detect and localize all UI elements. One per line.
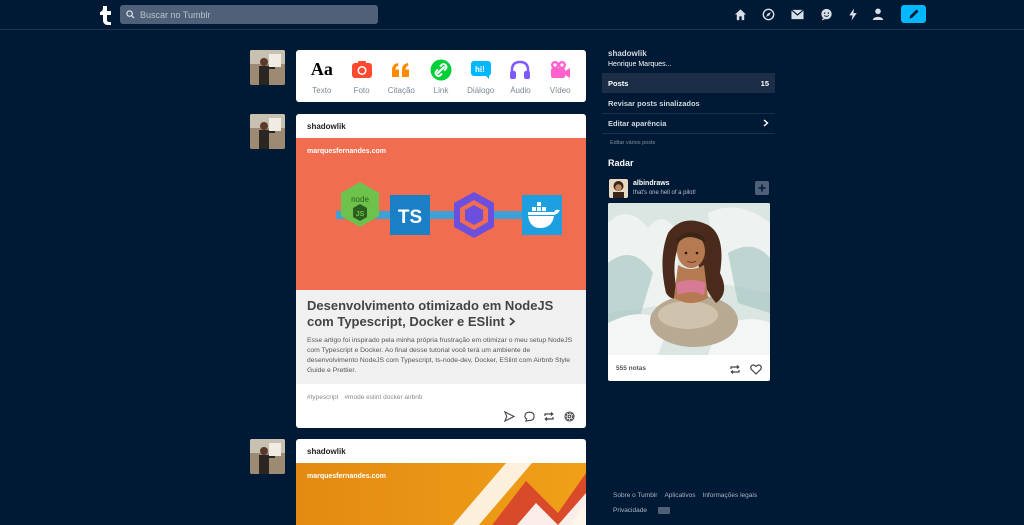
account-person-icon[interactable] (871, 7, 885, 21)
post-type-selector: Aa Texto Foto Citação Link hi! Diálogo Á… (296, 50, 586, 102)
like-heart-icon[interactable] (750, 362, 762, 380)
post-type-chat[interactable]: hi! Diálogo (461, 50, 501, 102)
sidebar-item-edit-appearance[interactable]: Editar aparência (602, 113, 775, 133)
search-input[interactable] (140, 9, 360, 20)
link-title[interactable]: Desenvolvimento otimizado em NodeJS com … (307, 298, 575, 330)
footer: Sobre o Tumblr Aplicativos Informações leg… (613, 492, 764, 514)
link-banner-image: marquesfernandes.com node JS TS (296, 138, 586, 290)
footer-link-legal[interactable]: Informações legais (703, 492, 758, 499)
share-send-icon[interactable] (503, 410, 515, 422)
posts-count: 15 (760, 78, 769, 88)
mail-icon[interactable] (790, 7, 804, 21)
reblog-icon[interactable] (543, 410, 555, 422)
search-bar[interactable] (120, 5, 378, 24)
radar-title: Radar (608, 158, 634, 168)
search-icon (126, 10, 135, 19)
post-author-name[interactable]: shadowlik (296, 114, 586, 138)
follow-plus-button[interactable] (755, 181, 769, 195)
tag-link[interactable]: #typescript (307, 394, 338, 401)
footer-link-about[interactable]: Sobre o Tumblr (613, 492, 657, 499)
reply-icon[interactable] (523, 410, 535, 422)
keyboard-shortcuts-icon[interactable] (657, 507, 670, 514)
radar-username[interactable]: albindraws (633, 180, 670, 187)
post-actions (296, 401, 586, 428)
explore-compass-icon[interactable] (761, 7, 775, 21)
video-camera-icon (551, 60, 571, 78)
radar-caption: that's one hell of a pilot! (633, 190, 696, 196)
sidebar-item-review-flagged[interactable]: Revisar posts sinalizados (602, 93, 775, 113)
camera-icon (351, 61, 372, 78)
post-type-video[interactable]: Vídeo (540, 50, 580, 102)
chevron-right-icon (509, 317, 516, 326)
chat-icon: hi! (470, 60, 491, 79)
compose-pencil-button[interactable] (901, 5, 926, 23)
settings-gear-icon[interactable] (563, 410, 575, 422)
sidebar-item-label: Revisar posts sinalizados (608, 98, 700, 108)
activity-bolt-icon[interactable] (846, 7, 860, 21)
link-icon (430, 59, 452, 80)
post-author-name[interactable]: shadowlik (296, 439, 586, 463)
tumblr-logo[interactable] (96, 4, 116, 26)
reblog-icon[interactable] (729, 362, 741, 380)
link-preview[interactable]: marquesfernandes.com node JS TS Desenvol… (296, 138, 586, 384)
post-type-label: Texto (312, 85, 332, 95)
plus-icon (758, 184, 766, 192)
post-card: shadowlik marquesfernandes.com (296, 439, 586, 525)
link-description: Esse artigo foi inspirado pela minha pró… (307, 337, 573, 374)
quote-icon (392, 62, 410, 77)
post-type-photo[interactable]: Foto (342, 50, 382, 102)
chevron-right-icon (763, 119, 769, 127)
pencil-icon (909, 9, 918, 19)
svg-text:JS: JS (356, 211, 365, 218)
nodejs-logo-text: node (351, 195, 369, 204)
top-header (0, 0, 1024, 30)
footer-link-privacy[interactable]: Privacidade (613, 507, 647, 514)
radar-notes-count[interactable]: 555 notas (616, 365, 646, 372)
radar-user-avatar[interactable] (609, 179, 628, 198)
post-type-label: Foto (353, 85, 370, 95)
typescript-logo-text: TS (398, 207, 422, 228)
sidebar-item-posts[interactable]: Posts 15 (602, 73, 775, 93)
post-type-label: Citação (387, 85, 415, 95)
post-type-text[interactable]: Aa Texto (302, 50, 342, 102)
footer-link-apps[interactable]: Aplicativos (664, 492, 695, 499)
post-type-label: Diálogo (467, 85, 495, 95)
post-type-label: Link (433, 85, 449, 95)
post-author-avatar[interactable] (250, 114, 285, 149)
sidebar-username: shadowlik (608, 49, 647, 58)
link-body: Desenvolvimento otimizado em NodeJS com … (296, 290, 586, 384)
post-type-label: Áudio (510, 85, 531, 95)
home-icon[interactable] (733, 7, 747, 21)
post-type-label: Vídeo (549, 85, 571, 95)
messages-smile-icon[interactable] (819, 7, 833, 21)
post-tags: #typescript #mode eslint docker airbnb (296, 384, 586, 401)
post-author-avatar[interactable] (250, 439, 285, 474)
divider (602, 133, 775, 134)
radar-actions (729, 362, 762, 380)
mass-edit-link[interactable]: Editar vários posts (610, 140, 655, 146)
radar-post-image[interactable] (608, 203, 770, 355)
sidebar-fullname: Henrique Marques... (608, 61, 672, 68)
sidebar-item-label: Editar aparência (608, 118, 667, 128)
radar-post-card: 555 notas (608, 203, 770, 381)
post-card: shadowlik marquesfernandes.com node JS T… (296, 114, 586, 428)
tag-link[interactable]: #mode eslint docker airbnb (344, 394, 422, 401)
post-type-quote[interactable]: Citação (381, 50, 421, 102)
svg-text:hi!: hi! (475, 65, 485, 74)
link-banner-image[interactable]: marquesfernandes.com (296, 463, 586, 525)
post-type-link[interactable]: Link (421, 50, 461, 102)
sidebar-blog-info[interactable]: shadowlik Henrique Marques... (608, 49, 671, 68)
text-icon: Aa (310, 59, 333, 79)
user-avatar[interactable] (250, 50, 285, 85)
headphones-icon (510, 60, 531, 79)
sidebar-item-label: Posts (608, 78, 629, 88)
post-type-audio[interactable]: Áudio (501, 50, 541, 102)
